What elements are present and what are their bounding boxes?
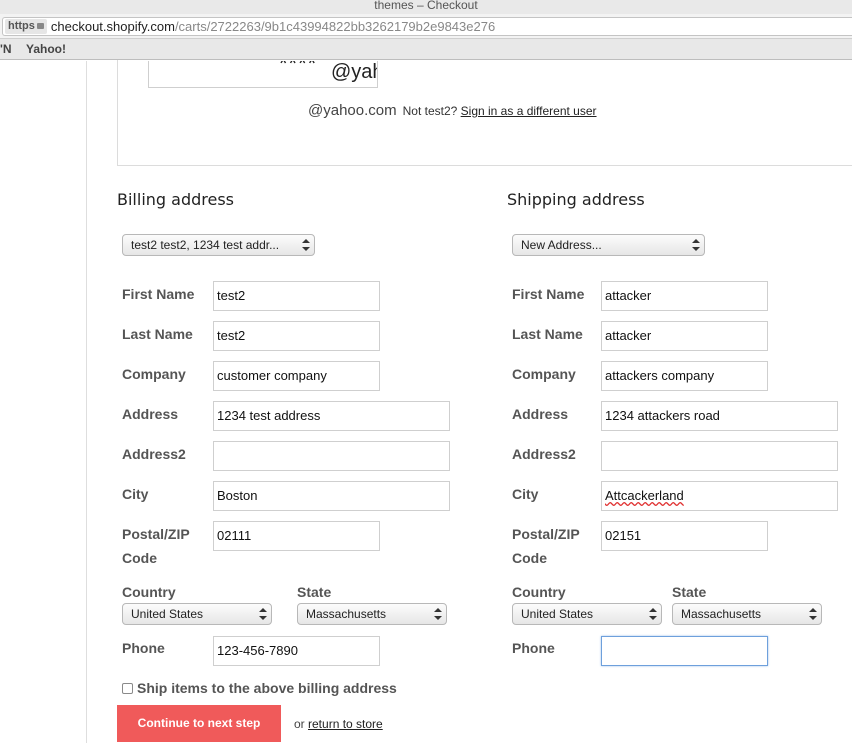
billing-state-value: Massachusetts: [306, 607, 387, 621]
shipping-company-label: Company: [512, 366, 576, 382]
checkout-page: **** @yah @yahoo.com Not test2? Sign in a…: [0, 60, 852, 743]
email-display-box: **** @yah: [148, 61, 378, 88]
billing-heading: Billing address: [117, 190, 234, 209]
billing-phone-label: Phone: [122, 640, 165, 656]
billing-saved-address-value: test2 test2, 1234 test addr...: [131, 238, 280, 252]
billing-saved-address-select[interactable]: test2 test2, 1234 test addr...: [122, 234, 315, 256]
billing-postal-label-line1: Postal/ZIP: [122, 526, 190, 542]
shipping-heading: Shipping address: [507, 190, 645, 209]
billing-first-name-label: First Name: [122, 286, 195, 302]
select-arrows-icon: [692, 238, 700, 252]
shipping-address2-input[interactable]: [601, 441, 838, 471]
billing-state-label: State: [297, 584, 332, 600]
shipping-address-label: Address: [512, 406, 569, 422]
shipping-saved-address-value: New Address...: [521, 238, 602, 252]
bookmarks-bar: 'N Yahoo!: [0, 39, 852, 60]
select-arrows-icon: [434, 607, 442, 621]
shipping-city-label: City: [512, 486, 539, 502]
https-badge[interactable]: https: [5, 19, 47, 34]
shipping-state-value: Massachusetts: [681, 607, 762, 621]
billing-address-label: Address: [122, 406, 179, 422]
shipping-phone-input[interactable]: [601, 636, 768, 666]
signed-in-line: @yahoo.com Not test2? Sign in as a differ…: [308, 102, 597, 119]
url-path: /carts/2722263/9b1c43994822bb3262179b2e9…: [174, 19, 496, 34]
or-text: or: [294, 717, 305, 731]
billing-company-label: Company: [122, 366, 186, 382]
billing-postal-label-line2: Code: [122, 550, 157, 566]
bookmark-yahoo[interactable]: Yahoo!: [26, 39, 66, 59]
shipping-city-value: Attcackerland: [605, 488, 684, 503]
shipping-state-select[interactable]: Massachusetts: [672, 603, 822, 625]
shipping-country-select[interactable]: United States: [512, 603, 662, 625]
shipping-postal-label: Postal/ZIP Code: [512, 522, 580, 570]
sign-in-different-user-link[interactable]: Sign in as a different user: [461, 104, 597, 118]
shipping-city-input[interactable]: Attcackerland: [601, 481, 838, 511]
billing-postal-input[interactable]: 02111: [213, 521, 380, 551]
ship-to-billing-label[interactable]: Ship items to the above billing address: [137, 680, 397, 696]
email-at-fragment: @yah: [331, 61, 377, 83]
lock-icon: [36, 23, 44, 29]
address-bar: https checkout.shopify.com/carts/2722263/…: [0, 14, 852, 39]
shipping-country-value: United States: [521, 607, 594, 621]
ship-to-billing-checkbox[interactable]: [122, 683, 133, 694]
billing-last-name-label: Last Name: [122, 326, 193, 342]
shipping-phone-label: Phone: [512, 640, 555, 656]
ship-to-billing-row[interactable]: Ship items to the above billing address: [122, 680, 397, 696]
billing-postal-label: Postal/ZIP Code: [122, 522, 190, 570]
billing-country-value: United States: [131, 607, 204, 621]
not-user-text: Not test2?: [402, 104, 458, 118]
billing-address2-label: Address2: [122, 446, 186, 462]
select-arrows-icon: [302, 238, 310, 252]
shipping-postal-input[interactable]: 02151: [601, 521, 768, 551]
shipping-last-name-label: Last Name: [512, 326, 583, 342]
shipping-postal-label-line1: Postal/ZIP: [512, 526, 580, 542]
select-arrows-icon: [259, 607, 267, 621]
content-divider: [86, 61, 87, 743]
shipping-last-name-input[interactable]: attacker: [601, 321, 768, 351]
shipping-address2-label: Address2: [512, 446, 576, 462]
billing-address2-input[interactable]: [213, 441, 450, 471]
select-arrows-icon: [809, 607, 817, 621]
billing-phone-input[interactable]: 123-456-7890: [213, 636, 380, 666]
shipping-country-label: Country: [512, 584, 566, 600]
url-field[interactable]: https checkout.shopify.com/carts/2722263/…: [2, 17, 852, 36]
shipping-company-input[interactable]: attackers company: [601, 361, 768, 391]
shipping-first-name-input[interactable]: attacker: [601, 281, 768, 311]
url-host: checkout.shopify.com: [50, 19, 175, 34]
billing-first-name-input[interactable]: test2: [213, 281, 380, 311]
select-arrows-icon: [649, 607, 657, 621]
return-to-store-link[interactable]: return to store: [308, 717, 383, 731]
continue-button[interactable]: Continue to next step: [117, 705, 281, 742]
billing-address-input[interactable]: 1234 test address: [213, 401, 450, 431]
masked-email: ****: [279, 61, 318, 76]
billing-country-label: Country: [122, 584, 176, 600]
email-domain: @yahoo.com: [308, 102, 397, 119]
billing-city-label: City: [122, 486, 149, 502]
shipping-state-label: State: [672, 584, 707, 600]
billing-company-input[interactable]: customer company: [213, 361, 380, 391]
shipping-postal-label-line2: Code: [512, 550, 547, 566]
shipping-address-input[interactable]: 1234 attackers road: [601, 401, 838, 431]
url-protocol: https: [8, 20, 35, 32]
return-line: or return to store: [294, 717, 383, 731]
window-title: themes – Checkout: [0, 0, 852, 14]
bookmark-partial[interactable]: 'N: [0, 39, 12, 59]
billing-last-name-input[interactable]: test2: [213, 321, 380, 351]
billing-country-select[interactable]: United States: [122, 603, 272, 625]
shipping-first-name-label: First Name: [512, 286, 585, 302]
billing-state-select[interactable]: Massachusetts: [297, 603, 447, 625]
billing-city-input[interactable]: Boston: [213, 481, 450, 511]
shipping-saved-address-select[interactable]: New Address...: [512, 234, 705, 256]
